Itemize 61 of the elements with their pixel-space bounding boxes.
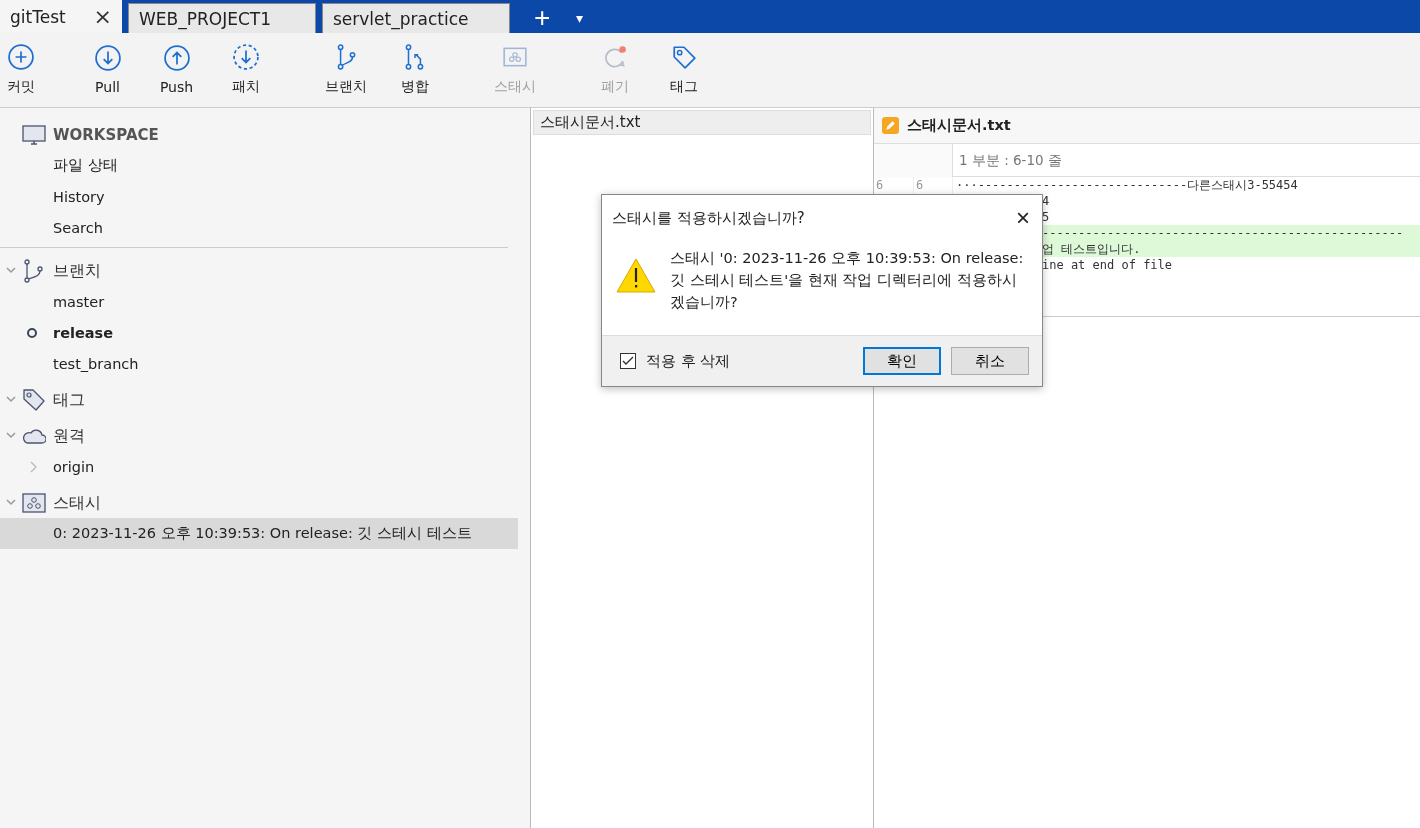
sidebar-item[interactable]: release: [0, 317, 518, 348]
sidebar-item[interactable]: History: [0, 181, 518, 212]
commit-icon: [8, 44, 34, 70]
sidebar-item[interactable]: origin: [0, 451, 518, 482]
chevron-icon[interactable]: [6, 265, 16, 275]
section-title[interactable]: 원격: [53, 425, 85, 447]
toolbar-button[interactable]: 패치: [211, 33, 280, 107]
checkbox[interactable]: [620, 353, 636, 369]
section-title[interactable]: 스태시: [53, 492, 101, 514]
branch-icon: [22, 259, 46, 283]
expand-icon[interactable]: [29, 461, 37, 473]
code-line: 5: [1042, 210, 1050, 224]
sidebar-item[interactable]: test_branch: [0, 348, 518, 379]
pencil-icon: [882, 117, 899, 134]
hunk-header: 1 부분 : 6-10 줄: [958, 151, 1063, 170]
tab[interactable]: gitTest ×: [0, 0, 122, 33]
current-branch-icon: [27, 328, 37, 338]
line-number: 6: [916, 178, 924, 192]
toolbar-button[interactable]: 커밋: [0, 33, 42, 107]
tab[interactable]: servlet_practice: [322, 3, 510, 33]
tab-menu-button[interactable]: ▾: [570, 3, 590, 33]
dialog-button[interactable]: 확인: [863, 347, 941, 375]
dialog-title: 스태시를 적용하시겠습니까?: [612, 208, 805, 228]
tab[interactable]: WEB_PROJECT1: [128, 3, 316, 33]
stash-icon: [22, 491, 46, 515]
dialog-message: 스태시 '0: 2023-11-26 오후 10:39:53: On release: 깃 스테시 테스트'을 현재 작업 디렉터리에 적용하시겠습니까?: [670, 249, 1025, 312]
fetch-icon: [232, 44, 259, 70]
line-number: 6: [876, 178, 884, 192]
tag-icon: [670, 44, 697, 70]
toolbar-button[interactable]: 태그: [649, 33, 718, 107]
section-title[interactable]: 태그: [53, 389, 85, 411]
toolbar-button[interactable]: Pull: [73, 33, 142, 107]
dialog-button[interactable]: 취소: [951, 347, 1029, 375]
sidebar-item[interactable]: master: [0, 286, 518, 317]
checkbox-label[interactable]: 적용 후 삭제: [646, 351, 731, 371]
toolbar-button[interactable]: 병합: [380, 33, 449, 107]
file-title: 스태시문서.txt: [907, 116, 1011, 135]
section-title[interactable]: 브랜치: [53, 260, 101, 282]
push-icon: [163, 45, 190, 71]
tag-icon: [22, 388, 46, 412]
section-title: WORKSPACE: [53, 126, 159, 144]
close-button[interactable]: ×: [1016, 206, 1030, 230]
file-item[interactable]: 스태시문서.txt: [533, 110, 871, 135]
code-line: ine at end of file: [1042, 258, 1173, 272]
add-tab-button[interactable]: +: [528, 3, 557, 33]
close-icon[interactable]: ×: [93, 5, 112, 28]
code-line: --------------------------------------------------: [1042, 226, 1404, 240]
toolbar-button[interactable]: 브랜치: [311, 33, 380, 107]
code-line: ···-----------------------------다른스태시3-55454: [956, 178, 1298, 192]
chevron-icon[interactable]: [6, 497, 16, 507]
sidebar-item[interactable]: 파일 상태: [0, 150, 518, 181]
toolbar-button[interactable]: Push: [142, 33, 211, 107]
warning-icon: [616, 257, 656, 293]
monitor-icon: [22, 123, 46, 147]
code-line: 업 테스트입니다.: [1042, 242, 1141, 256]
chevron-icon[interactable]: [6, 394, 16, 404]
sidebar-item[interactable]: Search: [0, 212, 518, 243]
pull-icon: [94, 45, 121, 71]
code-line: 4: [1042, 194, 1050, 208]
chevron-icon[interactable]: [6, 430, 16, 440]
sidebar-item[interactable]: 0: 2023-11-26 오후 10:39:53: On release: 깃 스테시 테스트: [0, 518, 518, 549]
